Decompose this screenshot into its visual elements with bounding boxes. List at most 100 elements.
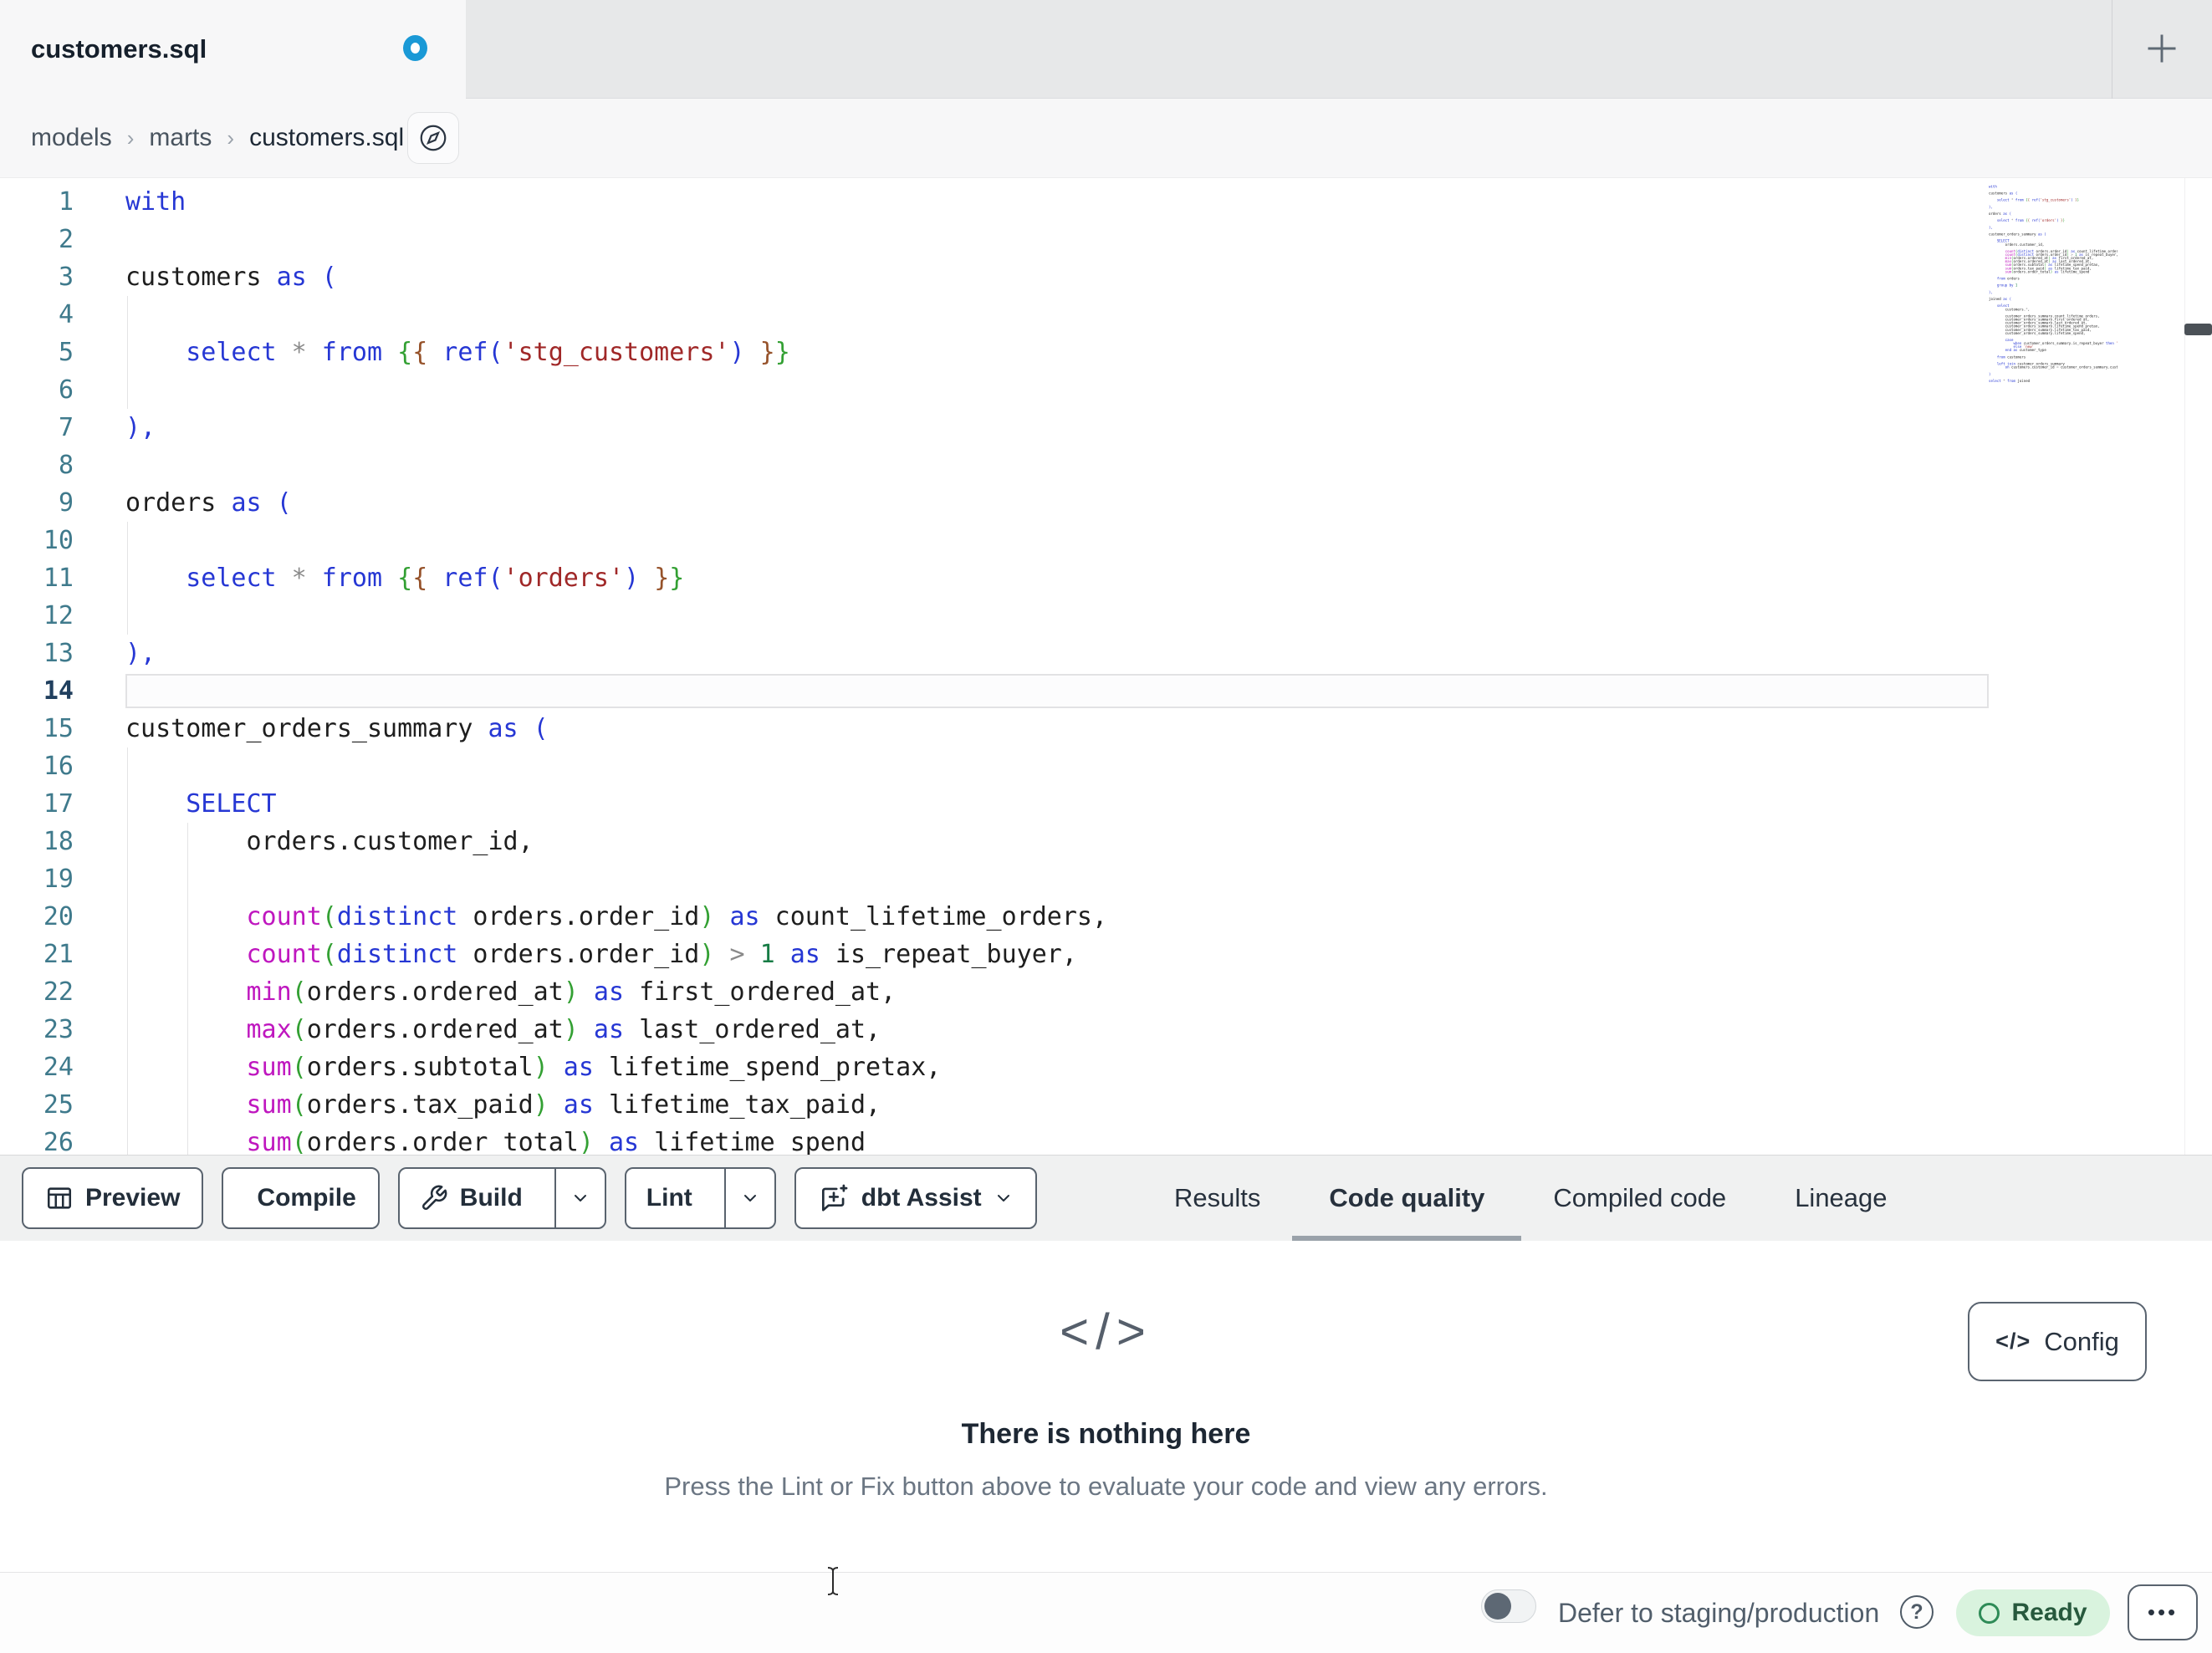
code-line[interactable]: min(orders.ordered_at) as first_ordered_…: [125, 973, 1229, 1011]
code-line[interactable]: [125, 296, 1229, 334]
dbt-assist-button[interactable]: dbt Assist: [794, 1167, 1037, 1229]
code-line[interactable]: SELECT: [125, 785, 1229, 823]
code-line[interactable]: [125, 597, 1229, 635]
line-number: 17: [43, 789, 74, 819]
text-cursor-icon: [827, 1567, 839, 1595]
line-number: 1: [58, 187, 74, 217]
config-button-label: Config: [2044, 1326, 2119, 1356]
code-line[interactable]: on customers.customer_id = customer_orde…: [1989, 365, 2117, 369]
navigate-button[interactable]: [407, 112, 459, 164]
line-number: 22: [43, 977, 74, 1007]
line-number: 2: [58, 225, 74, 254]
line-number: 20: [43, 902, 74, 931]
line-number: 7: [58, 413, 74, 442]
scrollbar-thumb[interactable]: [2184, 324, 2212, 335]
status-badge[interactable]: Ready: [1956, 1589, 2110, 1636]
line-number: 18: [43, 827, 74, 856]
code-line[interactable]: ),: [125, 409, 1229, 446]
preview-button[interactable]: Preview: [22, 1167, 204, 1229]
line-number: 12: [43, 601, 74, 630]
line-number: 19: [43, 865, 74, 894]
lint-dropdown-toggle[interactable]: [723, 1169, 774, 1227]
line-number: 9: [58, 488, 74, 518]
code-line[interactable]: [125, 221, 1229, 258]
line-number: 10: [43, 526, 74, 555]
tab-code-quality[interactable]: Code quality: [1292, 1156, 1522, 1241]
wrench-icon: [421, 1185, 447, 1210]
build-main[interactable]: Build: [400, 1169, 543, 1227]
code-line[interactable]: select * from {{ ref('stg_customers') }}: [125, 334, 1229, 371]
code-line[interactable]: select * from {{ ref('orders') }}: [125, 559, 1229, 597]
code-line[interactable]: select * from joined: [1989, 380, 2117, 383]
line-number: 13: [43, 639, 74, 668]
code-line[interactable]: [125, 672, 1229, 710]
breadcrumb-separator: ›: [126, 125, 135, 151]
build-label: Build: [459, 1184, 523, 1212]
tab-customers-sql[interactable]: customers.sql: [0, 0, 466, 99]
code-line[interactable]: [125, 522, 1229, 559]
table-grid-icon: [47, 1187, 72, 1209]
code-line[interactable]: customers as (: [125, 258, 1229, 296]
breadcrumb-item-models[interactable]: models: [31, 124, 112, 152]
code-line[interactable]: [125, 371, 1229, 409]
chat-sparkle-icon: [821, 1184, 848, 1212]
code-line[interactable]: sum(orders.subtotal) as lifetime_spend_p…: [125, 1048, 1229, 1086]
code-icon: </>: [1060, 1304, 1152, 1360]
preview-label: Preview: [85, 1184, 181, 1212]
build-button[interactable]: Build: [397, 1167, 606, 1229]
breadcrumb-item-marts[interactable]: marts: [149, 124, 212, 152]
code-line[interactable]: count(distinct orders.order_id) > 1 as i…: [125, 936, 1229, 973]
line-number: 16: [43, 752, 74, 781]
line-number: 21: [43, 940, 74, 969]
new-tab-button[interactable]: [2135, 22, 2189, 75]
panel-toolbar: Preview Compile Build Lint dbt Assist Result…: [0, 1155, 2212, 1241]
code-line[interactable]: with: [125, 183, 1229, 221]
code-line[interactable]: customer_orders_summary as (: [125, 710, 1229, 747]
code-editor[interactable]: 1 2 3 4 5 6 7 8 9 10 11 12 13 14 15 16 17 18 19 20 21 22 23 24 2…: [0, 177, 2212, 1155]
code-line[interactable]: count(distinct orders.order_id) as count…: [125, 898, 1229, 936]
line-number: 23: [43, 1015, 74, 1044]
code-area[interactable]: with customers as ( select * from {{ ref(…: [125, 183, 1229, 1155]
dbt-assist-label: dbt Assist: [861, 1184, 982, 1212]
line-number-gutter: 1 2 3 4 5 6 7 8 9 10 11 12 13 14 15 16 17 18 19 20 21 22 23 24 2…: [0, 183, 74, 1155]
tab-title: customers.sql: [31, 34, 207, 64]
chevron-down-icon: [743, 1195, 756, 1201]
code-line[interactable]: orders as (: [125, 484, 1229, 522]
defer-label: Defer to staging/production: [1558, 1597, 1880, 1628]
code-line[interactable]: sum(orders.tax_paid) as lifetime_tax_pai…: [125, 1086, 1229, 1124]
chevron-down-icon: [997, 1195, 1009, 1201]
ready-ring-icon: [1979, 1602, 2000, 1624]
line-number: 25: [43, 1090, 74, 1120]
code-line[interactable]: [125, 747, 1229, 785]
more-options-button[interactable]: •••: [2128, 1584, 2198, 1640]
line-number: 5: [58, 338, 74, 367]
breadcrumb-row: models›marts›customers.sql Save: [0, 99, 2212, 268]
breadcrumb-item-customers-sql[interactable]: customers.sql: [249, 124, 404, 152]
code-line[interactable]: orders.customer_id,: [125, 823, 1229, 860]
tab-compiled-code[interactable]: Compiled code: [1553, 1156, 1726, 1241]
unsaved-changes-dot-icon: [403, 35, 427, 61]
tab-lineage[interactable]: Lineage: [1795, 1156, 1887, 1241]
minimap[interactable]: with customers as ( select * from {{ ref(…: [1989, 185, 2117, 569]
breadcrumb-separator: ›: [227, 125, 235, 151]
line-number: 6: [58, 375, 74, 405]
code-line[interactable]: max(orders.ordered_at) as last_ordered_a…: [125, 1011, 1229, 1048]
config-button[interactable]: </> Config: [1968, 1302, 2147, 1381]
help-icon[interactable]: ?: [1900, 1595, 1934, 1629]
lint-main[interactable]: Lint: [626, 1169, 713, 1227]
compile-button[interactable]: Compile: [222, 1167, 380, 1229]
code-line[interactable]: ),: [125, 635, 1229, 672]
code-quality-panel: </> There is nothing here Press the Lint…: [0, 1241, 2212, 1572]
empty-state-title: There is nothing here: [961, 1418, 1251, 1450]
lint-button[interactable]: Lint: [624, 1167, 776, 1229]
code-line[interactable]: sum(orders.order_total) as lifetime_spen…: [125, 1124, 1229, 1155]
toggle-knob: [1484, 1593, 1511, 1620]
defer-toggle[interactable]: [1481, 1589, 1536, 1623]
code-line[interactable]: [125, 860, 1229, 898]
code-line[interactable]: [125, 446, 1229, 484]
status-badge-label: Ready: [2011, 1599, 2087, 1626]
line-number: 3: [58, 263, 74, 292]
tab-results[interactable]: Results: [1174, 1156, 1260, 1241]
chevron-down-icon: [574, 1195, 586, 1201]
build-dropdown-toggle[interactable]: [554, 1169, 605, 1227]
